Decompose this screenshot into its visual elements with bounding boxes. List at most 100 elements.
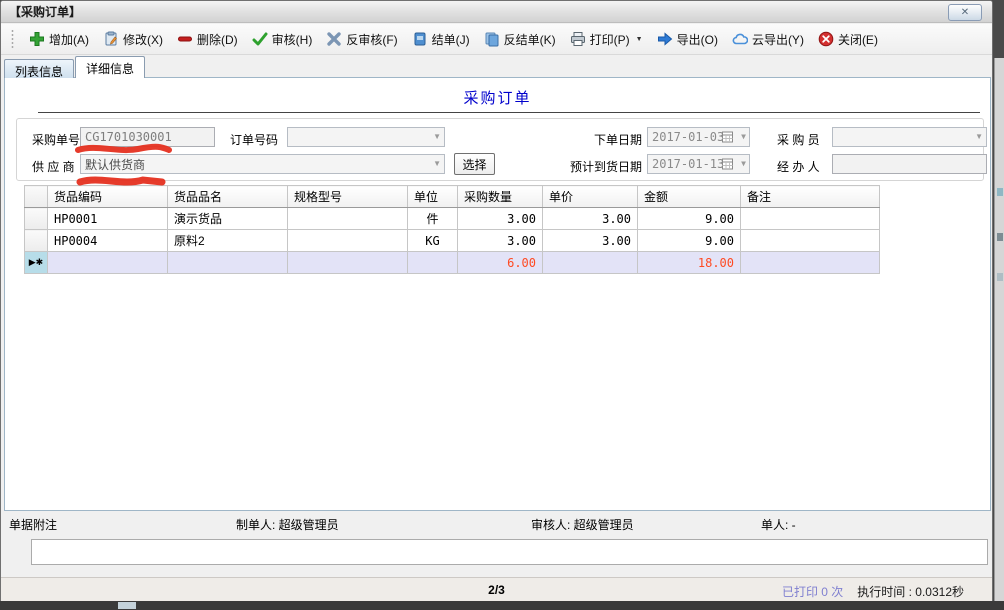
chevron-down-icon[interactable]: ▼ xyxy=(741,159,746,168)
po-no-field[interactable]: CG1701030001 xyxy=(80,127,215,147)
buyer-label: 采 购 员 xyxy=(777,131,820,148)
order-no-combobox[interactable]: ▼ xyxy=(287,127,445,147)
add-button[interactable]: 增加(A) xyxy=(22,28,96,51)
cell-qty[interactable]: 3.00 xyxy=(458,208,543,230)
edit-icon xyxy=(103,31,119,47)
title-bar: 【采购订单】 ✕ xyxy=(1,1,992,23)
calendar-icon xyxy=(722,131,733,146)
title-divider xyxy=(38,112,980,113)
sum-qty: 6.00 xyxy=(458,252,543,274)
handler-field[interactable] xyxy=(832,154,987,174)
col-header-amount[interactable]: 金额 xyxy=(638,186,741,208)
cell-price[interactable]: 3.00 xyxy=(543,230,638,252)
toolbar-grip xyxy=(11,29,14,49)
toolbar: 增加(A) 修改(X) 删除(D) 审核(H) 反审核(F) 结单(J) 反结单… xyxy=(1,24,992,55)
cell-code[interactable]: HP0004 xyxy=(48,230,168,252)
documents-icon xyxy=(484,31,500,47)
table-header-row: 货品编码 货品品名 规格型号 单位 采购数量 单价 金额 备注 xyxy=(25,186,880,208)
col-header-name[interactable]: 货品品名 xyxy=(168,186,288,208)
col-header-code[interactable]: 货品编码 xyxy=(48,186,168,208)
window-title: 【采购订单】 xyxy=(9,3,81,20)
document-note-input[interactable] xyxy=(31,539,988,565)
detail-page: 采购订单 采购单号 CG1701030001 订单号码 ▼ 下单日期 2017-… xyxy=(4,77,991,511)
cell-unit[interactable]: 件 xyxy=(408,208,458,230)
cross-icon xyxy=(326,31,342,47)
col-header-note[interactable]: 备注 xyxy=(741,186,880,208)
delete-button[interactable]: 删除(D) xyxy=(170,28,245,51)
supplier-label: 供 应 商 xyxy=(32,158,75,175)
close-window-button[interactable]: 关闭(E) xyxy=(811,28,885,51)
select-supplier-button[interactable]: 选择 xyxy=(454,153,495,175)
handler-label: 经 办 人 xyxy=(777,158,820,175)
cell-qty[interactable]: 3.00 xyxy=(458,230,543,252)
note-label: 单据附注 xyxy=(9,516,57,533)
footer-info: 单据附注 制单人: 超级管理员 审核人: 超级管理员 单人: - xyxy=(1,514,992,532)
summary-row[interactable]: ▶✱ 6.00 18.00 xyxy=(25,252,880,274)
cell-amount[interactable]: 9.00 xyxy=(638,208,741,230)
cell-price[interactable]: 3.00 xyxy=(543,208,638,230)
items-table: 货品编码 货品品名 规格型号 单位 采购数量 单价 金额 备注 HP0001 演… xyxy=(24,185,880,274)
maker-label: 制单人: 超级管理员 xyxy=(236,516,339,533)
col-header-qty[interactable]: 采购数量 xyxy=(458,186,543,208)
cell-spec[interactable] xyxy=(288,208,408,230)
exec-time: 执行时间 : 0.0312秒 xyxy=(857,583,964,600)
cell-spec[interactable] xyxy=(288,230,408,252)
cell-note[interactable] xyxy=(741,230,880,252)
col-header-spec[interactable]: 规格型号 xyxy=(288,186,408,208)
calendar-icon xyxy=(722,158,733,173)
po-no-label: 采购单号 xyxy=(32,131,80,148)
unclose-bill-button[interactable]: 反结单(K) xyxy=(477,28,563,51)
cell-code[interactable]: HP0001 xyxy=(48,208,168,230)
page-title: 采购订单 xyxy=(5,87,990,108)
closer-label: 单人: - xyxy=(761,516,796,533)
audit-button[interactable]: 审核(H) xyxy=(245,28,320,51)
printer-icon xyxy=(570,31,586,47)
cell-unit[interactable]: KG xyxy=(408,230,458,252)
chevron-down-icon[interactable]: ▼ xyxy=(433,132,441,141)
minus-icon xyxy=(177,31,193,47)
expect-date-picker[interactable]: 2017-01-13 ▼ xyxy=(647,154,750,174)
unaudit-button[interactable]: 反审核(F) xyxy=(319,28,404,51)
close-bill-button[interactable]: 结单(J) xyxy=(405,28,477,51)
close-circle-icon xyxy=(818,31,834,47)
chevron-down-icon[interactable]: ▼ xyxy=(433,159,441,168)
background-window-sliver xyxy=(994,58,1004,601)
status-bar: 2/3 已打印 0 次 执行时间 : 0.0312秒 xyxy=(1,577,992,601)
cloud-export-button[interactable]: 云导出(Y) xyxy=(725,28,811,51)
tab-detail-info[interactable]: 详细信息 xyxy=(75,56,145,78)
expect-date-label: 预计到货日期 xyxy=(542,158,642,175)
col-header-unit[interactable]: 单位 xyxy=(408,186,458,208)
close-icon: ✕ xyxy=(961,8,969,18)
document-icon xyxy=(412,31,428,47)
order-no-label: 订单号码 xyxy=(230,131,278,148)
cell-note[interactable] xyxy=(741,208,880,230)
check-icon xyxy=(252,31,268,47)
modify-button[interactable]: 修改(X) xyxy=(96,28,170,51)
print-dropdown-caret-icon[interactable]: ▼ xyxy=(636,36,643,43)
order-date-picker[interactable]: 2017-01-03 ▼ xyxy=(647,127,750,147)
supplier-combobox[interactable]: 默认供货商 ▼ xyxy=(80,154,445,174)
cell-name[interactable]: 原料2 xyxy=(168,230,288,252)
taskbar-fragment xyxy=(118,602,136,609)
print-button[interactable]: 打印(P) ▼ xyxy=(563,28,650,51)
tab-strip: 列表信息 详细信息 xyxy=(4,56,146,78)
cloud-icon xyxy=(732,31,748,47)
cell-name[interactable]: 演示货品 xyxy=(168,208,288,230)
window-close-button[interactable]: ✕ xyxy=(948,4,982,21)
order-date-label: 下单日期 xyxy=(542,131,642,148)
col-header-price[interactable]: 单价 xyxy=(543,186,638,208)
cell-amount[interactable]: 9.00 xyxy=(638,230,741,252)
printed-count: 已打印 0 次 xyxy=(782,583,843,600)
export-button[interactable]: 导出(O) xyxy=(650,28,725,51)
row-indicator-header xyxy=(25,186,48,208)
chevron-down-icon[interactable]: ▼ xyxy=(741,132,746,141)
arrow-right-icon xyxy=(657,31,673,47)
desktop-background xyxy=(0,601,1004,610)
sum-amount: 18.00 xyxy=(638,252,741,274)
table-row[interactable]: HP0004 原料2 KG 3.00 3.00 9.00 xyxy=(25,230,880,252)
table-row[interactable]: HP0001 演示货品 件 3.00 3.00 9.00 xyxy=(25,208,880,230)
buyer-combobox[interactable]: ▼ xyxy=(832,127,987,147)
chevron-down-icon[interactable]: ▼ xyxy=(975,132,983,141)
tab-list-info[interactable]: 列表信息 xyxy=(4,59,74,78)
new-row-indicator-icon: ▶✱ xyxy=(25,252,48,274)
